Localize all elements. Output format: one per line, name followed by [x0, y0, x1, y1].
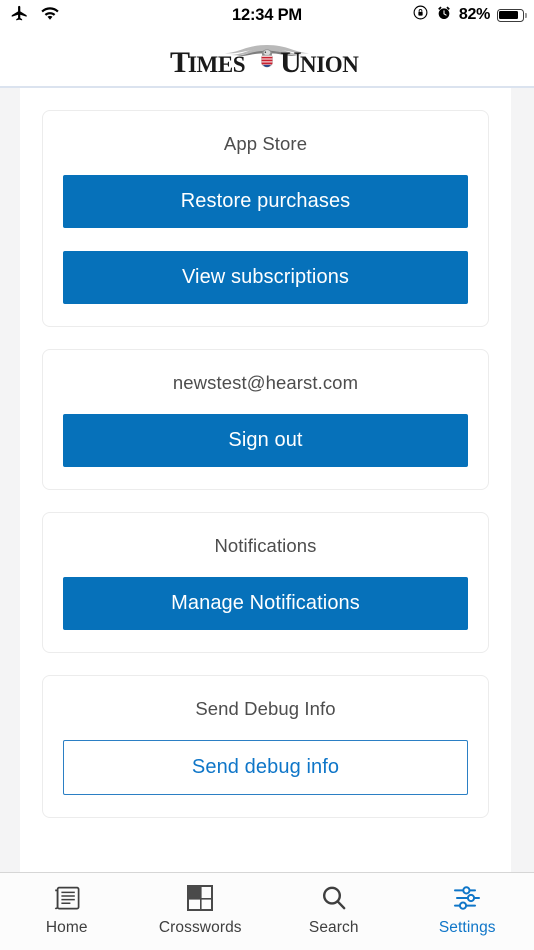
tab-label-home: Home: [45, 919, 88, 936]
times-union-logo: T IMES U NION: [162, 36, 372, 80]
battery-percent-label: 82%: [458, 6, 490, 23]
app-screen: 12:34 PM 82% T IMES U NION App Store Res…: [0, 0, 534, 950]
app-header: T IMES U NION: [0, 30, 534, 88]
view-subscriptions-button[interactable]: View subscriptions: [63, 251, 468, 304]
card-title: Notifications: [214, 535, 317, 556]
sliders-icon: [453, 883, 481, 913]
newspaper-icon: [52, 883, 82, 913]
tab-settings[interactable]: Settings: [401, 883, 534, 937]
restore-purchases-button[interactable]: Restore purchases: [63, 175, 468, 228]
svg-text:NION: NION: [300, 52, 359, 77]
tab-label-search: Search: [308, 919, 359, 936]
card-notifications: Notifications Manage Notifications: [42, 512, 489, 653]
tab-home[interactable]: Home: [0, 883, 134, 937]
svg-text:U: U: [280, 46, 301, 79]
svg-text:IMES: IMES: [188, 52, 245, 77]
manage-notifications-button[interactable]: Manage Notifications: [63, 577, 468, 630]
send-debug-info-button[interactable]: Send debug info: [63, 740, 468, 795]
status-bar: 12:34 PM 82%: [0, 0, 534, 30]
sign-out-button[interactable]: Sign out: [63, 414, 468, 467]
alarm-clock-icon: [436, 5, 452, 26]
card-send-debug-info: Send Debug Info Send debug info: [42, 675, 489, 818]
tab-label-settings: Settings: [438, 919, 496, 936]
tab-label-crosswords: Crosswords: [158, 919, 242, 936]
tab-crosswords[interactable]: Crosswords: [134, 883, 268, 937]
bottom-tab-bar: Home Crosswords Search Settings: [0, 872, 534, 950]
battery-icon: [497, 8, 527, 22]
tab-search[interactable]: Search: [267, 883, 401, 937]
card-account: newstest@hearst.com Sign out: [42, 349, 489, 490]
rotation-lock-icon: [412, 4, 429, 26]
status-bar-right: 82%: [412, 0, 527, 30]
settings-page: App Store Restore purchases View subscri…: [20, 88, 511, 872]
crossword-grid-icon: [186, 883, 214, 913]
card-app-store: App Store Restore purchases View subscri…: [42, 110, 489, 327]
card-title: App Store: [223, 133, 308, 154]
account-email-label: newstest@hearst.com: [172, 372, 359, 393]
card-title: Send Debug Info: [195, 698, 336, 719]
svg-text:T: T: [170, 46, 190, 79]
search-icon: [320, 883, 348, 913]
settings-scroll-area[interactable]: App Store Restore purchases View subscri…: [0, 88, 534, 872]
